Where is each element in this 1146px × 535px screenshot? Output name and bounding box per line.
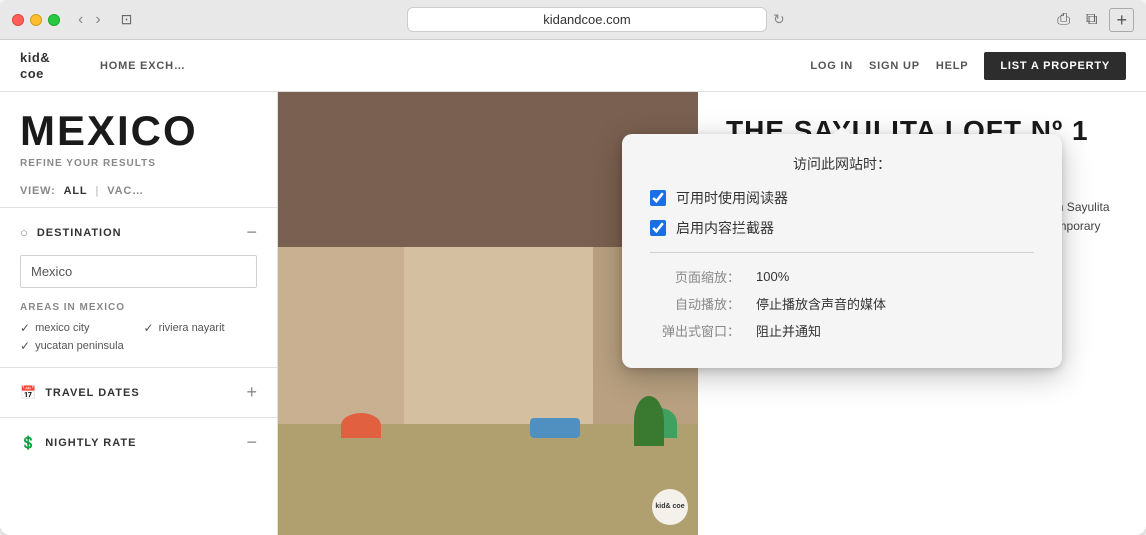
view-bar: VIEW: ALL | VAC… [0,185,277,207]
browser-window: ‹ › ⊡ kidandcoe.com ↻ ⎙ ⧉ + kid& coe HOM… [0,0,1146,535]
close-button[interactable] [12,14,24,26]
popup-window-label: 弹出式窗口： [650,321,740,340]
travel-dates-filter-header[interactable]: 📅 TRAVEL DATES + [20,382,257,403]
popup-popup-row: 弹出式窗口： 阻止并通知 [650,321,1034,340]
check-icon: ✓ [144,321,154,335]
destination-input[interactable] [20,255,257,288]
autoplay-value: 停止播放含声音的媒体 [756,294,886,313]
destination-toggle[interactable]: − [246,222,257,243]
share-button[interactable]: ⎙ [1053,9,1074,31]
nav-login[interactable]: LOG IN [810,60,853,72]
popup-separator [650,252,1034,253]
zoom-label: 页面缩放： [650,267,740,286]
calendar-icon: 📅 [20,385,37,401]
site-logo: kid& coe [20,50,70,81]
reader-checkbox[interactable] [650,190,666,206]
main-content: kid& coe THE SAYULITA LOFT Nº 1 Sayulita… [278,92,1146,535]
nav-right: LOG IN SIGN UP HELP LIST A PROPERTY [810,52,1126,80]
content-blocker-checkbox[interactable] [650,220,666,236]
reader-label: 可用时使用阅读器 [676,188,788,208]
nav-help[interactable]: HELP [936,60,969,72]
list-property-button[interactable]: LIST A PROPERTY [984,52,1126,80]
page-content: kid& coe HOME EXCH… LOG IN SIGN UP HELP … [0,40,1146,535]
popup-row-reader: 可用时使用阅读器 [650,188,1034,208]
popup-autoplay-row: 自动播放： 停止播放含声音的媒体 [650,294,1034,313]
titlebar: ‹ › ⊡ kidandcoe.com ↻ ⎙ ⧉ + [0,0,1146,40]
zoom-value: 100% [756,269,789,284]
check-icon: ✓ [20,339,30,353]
destination-filter-header[interactable]: ○ DESTINATION − [20,222,257,243]
popup-row-blocker: 启用内容拦截器 [650,218,1034,238]
destination-filter: ○ DESTINATION − AREAS IN MEXICO ✓ mexico… [0,207,277,367]
main-layout: MEXICO REFINE YOUR RESULTS VIEW: ALL | V… [0,92,1146,535]
travel-dates-toggle[interactable]: + [246,382,257,403]
view-label: VIEW: [20,185,56,197]
nightly-rate-filter-title: 💲 NIGHTLY RATE [20,435,136,451]
destination-filter-title: ○ DESTINATION [20,225,122,240]
nightly-rate-filter-header[interactable]: 💲 NIGHTLY RATE − [20,432,257,453]
page-title: MEXICO [20,110,257,152]
travel-dates-filter: 📅 TRAVEL DATES + [0,367,277,417]
area-label: riviera nayarit [159,322,225,334]
reload-button[interactable]: ↻ [773,11,785,28]
nav-links: HOME EXCH… [100,60,810,72]
traffic-lights [12,14,60,26]
back-button[interactable]: ‹ [74,9,87,31]
furniture-table [530,418,580,438]
popup-title: 访问此网站时： [650,154,1034,174]
room-wall-left [278,247,404,424]
sidebar-toggle-button[interactable]: ⊡ [115,9,139,30]
sidebar: MEXICO REFINE YOUR RESULTS VIEW: ALL | V… [0,92,278,535]
add-tab-button[interactable]: + [1109,8,1134,32]
nav-link-home-exchange[interactable]: HOME EXCH… [100,60,186,72]
address-bar-container: kidandcoe.com ↻ [146,7,1045,32]
maximize-button[interactable] [48,14,60,26]
page-title-area: MEXICO REFINE YOUR RESULTS [0,92,277,185]
plant-decor [634,396,664,446]
popup-container[interactable]: 访问此网站时： 可用时使用阅读器 启用内容拦截器 页面缩放： 1 [622,134,1062,368]
new-tab-button[interactable]: ⧉ [1082,9,1101,31]
address-bar[interactable]: kidandcoe.com [407,7,767,32]
room-middle [404,247,593,424]
area-item-mexico-city[interactable]: ✓ mexico city [20,321,134,335]
minimize-button[interactable] [30,14,42,26]
titlebar-actions: ⎙ ⧉ + [1053,8,1134,32]
check-icon: ✓ [20,321,30,335]
view-all[interactable]: ALL [64,185,88,197]
areas-grid: ✓ mexico city ✓ riviera nayarit ✓ yucata… [20,321,257,353]
nightly-rate-filter: 💲 NIGHTLY RATE − [0,417,277,467]
popup-zoom-row: 页面缩放： 100% [650,267,1034,286]
nightly-rate-toggle[interactable]: − [246,432,257,453]
area-label: mexico city [35,322,89,334]
forward-button[interactable]: › [91,9,104,31]
travel-dates-filter-title: 📅 TRAVEL DATES [20,385,140,401]
dollar-icon: 💲 [20,435,37,451]
autoplay-label: 自动播放： [650,294,740,313]
areas-label: AREAS IN MEXICO [20,302,257,313]
destination-icon: ○ [20,225,29,240]
property-image-logo: kid& coe [652,489,688,525]
area-item-riviera[interactable]: ✓ riviera nayarit [144,321,258,335]
view-vac[interactable]: VAC… [107,185,144,197]
nav-buttons: ‹ › [74,9,105,31]
furniture-chair [341,413,381,438]
area-item-yucatan[interactable]: ✓ yucatan peninsula [20,339,134,353]
refine-label: REFINE YOUR RESULTS [20,158,257,169]
area-label: yucatan peninsula [35,340,124,352]
nav-signup[interactable]: SIGN UP [869,60,920,72]
popup-window-value: 阻止并通知 [756,321,821,340]
site-nav: kid& coe HOME EXCH… LOG IN SIGN UP HELP … [0,40,1146,92]
view-sep: | [95,185,99,197]
content-blocker-label: 启用内容拦截器 [676,218,774,238]
